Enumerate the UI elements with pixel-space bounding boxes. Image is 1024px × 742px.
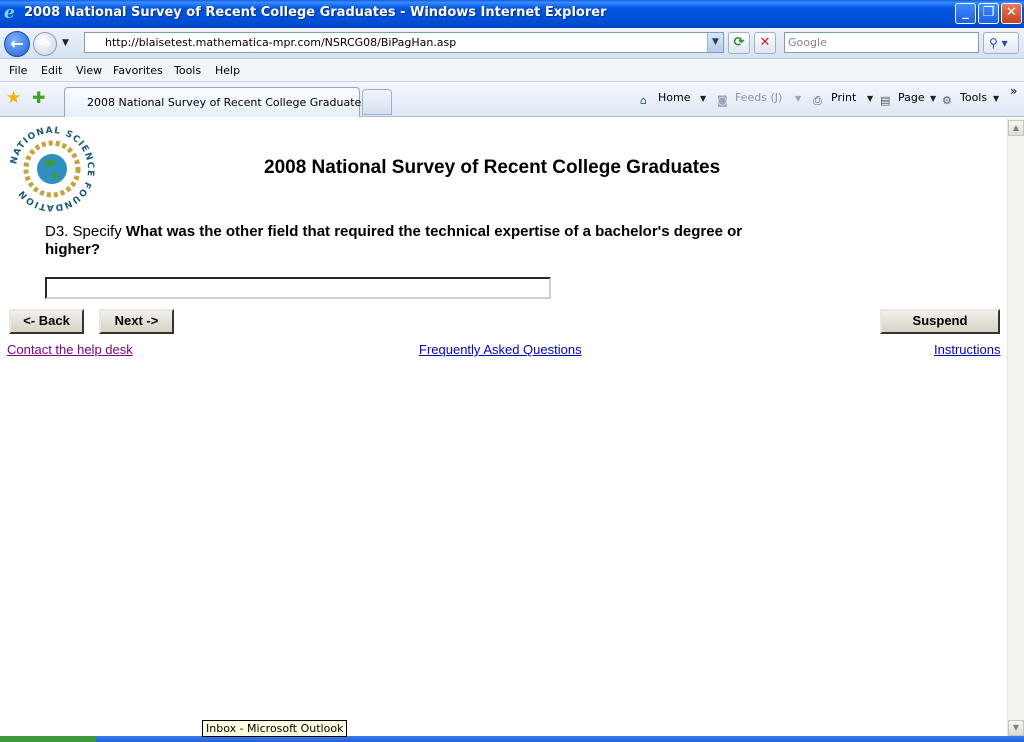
print-label: Print [831, 91, 857, 104]
taskbar [0, 736, 1024, 742]
page-icon: ▤ [880, 94, 891, 107]
print-dropdown-icon[interactable]: ▼ [867, 94, 873, 103]
window-title: 2008 National Survey of Recent College G… [24, 5, 607, 20]
question-text: What was the other field that required t… [45, 223, 743, 258]
scroll-up-icon[interactable]: ▲ [1008, 120, 1024, 136]
back-button[interactable]: <- Back [9, 309, 84, 334]
menu-edit[interactable]: Edit [41, 64, 62, 77]
scroll-down-icon[interactable]: ▼ [1008, 720, 1024, 736]
nsf-logo: NATIONAL SCIENCE FOUNDATION [9, 126, 94, 212]
tab-active[interactable]: 2008 National Survey of Recent College G… [64, 87, 367, 117]
menu-tools[interactable]: Tools [174, 64, 201, 77]
help-desk-link[interactable]: Contact the help desk [7, 342, 133, 357]
instructions-link[interactable]: Instructions [934, 342, 1000, 357]
menu-file[interactable]: File [9, 64, 27, 77]
search-input[interactable]: Google [784, 32, 979, 53]
tools-label: Tools [960, 91, 988, 104]
tab-label: 2008 National Survey of Recent College G… [87, 96, 368, 109]
page-title: 2008 National Survey of Recent College G… [264, 157, 721, 178]
printer-icon: ⎙ [813, 94, 822, 107]
page-content: NATIONAL SCIENCE FOUNDATION 2008 Nationa… [0, 118, 1007, 736]
stop-icon[interactable]: ✕ [754, 32, 776, 54]
refresh-icon[interactable]: ⟳ [728, 32, 750, 54]
page-label: Page [898, 91, 925, 104]
address-url[interactable]: http://blaisetest.mathematica-mpr.com/NS… [105, 36, 456, 49]
page-dropdown-icon[interactable]: ▼ [930, 94, 936, 103]
tools-dropdown-icon[interactable]: ▼ [993, 94, 999, 103]
feeds-icon: ◙ [717, 94, 728, 107]
more-commands-chevron-icon[interactable]: » [1010, 84, 1017, 98]
feeds-dropdown-icon[interactable]: ▼ [795, 94, 801, 103]
recent-pages-dropdown-icon[interactable]: ▼ [62, 38, 69, 48]
page-button[interactable]: ▤ Page [880, 91, 925, 109]
close-button[interactable]: ✕ [1001, 3, 1022, 24]
address-bar-row: ← → ▼ http://blaisetest.mathematica-mpr.… [0, 28, 1024, 59]
feeds-label: Feeds (J) [735, 91, 783, 104]
home-button[interactable]: ⌂ Home [640, 91, 690, 109]
add-favorite-icon[interactable]: ✚ [32, 88, 45, 107]
address-input[interactable]: http://blaisetest.mathematica-mpr.com/NS… [84, 32, 724, 53]
faq-link[interactable]: Frequently Asked Questions [419, 342, 582, 357]
home-dropdown-icon[interactable]: ▼ [700, 94, 706, 103]
new-tab-button[interactable] [362, 89, 392, 115]
favorites-star-icon[interactable]: ★ [6, 88, 21, 108]
internet-explorer-icon: e [4, 3, 15, 23]
gear-icon: ⚙ [942, 94, 952, 107]
suspend-button[interactable]: Suspend [880, 309, 1000, 334]
start-button[interactable] [0, 736, 96, 742]
menu-help[interactable]: Help [215, 64, 240, 77]
menu-view[interactable]: View [76, 64, 102, 77]
search-icon[interactable]: ⚲ ▾ [983, 32, 1019, 54]
maximize-button[interactable]: ❐ [978, 3, 999, 24]
home-label: Home [658, 91, 691, 104]
question: D3. Specify What was the other field tha… [45, 223, 765, 259]
menu-favorites[interactable]: Favorites [113, 64, 163, 77]
tools-button[interactable]: ⚙ Tools [942, 91, 987, 109]
title-bar: e 2008 National Survey of Recent College… [0, 0, 1024, 28]
next-button[interactable]: Next -> [99, 309, 174, 334]
address-dropdown-icon[interactable]: ▼ [707, 33, 723, 52]
minimize-button[interactable]: _ [955, 3, 976, 24]
vertical-scrollbar[interactable]: ▲ ▼ [1007, 118, 1024, 736]
question-prefix: D3. Specify [45, 223, 126, 240]
back-arrow-icon[interactable]: ← [4, 31, 30, 57]
menu-bar: File Edit View Favorites Tools Help [0, 59, 1024, 82]
tab-command-bar: ★ ✚ 2008 National Survey of Recent Colle… [0, 82, 1024, 117]
taskbar-tooltip: Inbox - Microsoft Outlook [202, 720, 348, 737]
home-icon: ⌂ [640, 94, 647, 107]
feeds-button[interactable]: ◙ Feeds (J) [717, 91, 782, 109]
answer-input[interactable] [45, 277, 551, 299]
forward-arrow-icon[interactable]: → [33, 32, 57, 56]
print-button[interactable]: ⎙ Print [813, 91, 856, 109]
